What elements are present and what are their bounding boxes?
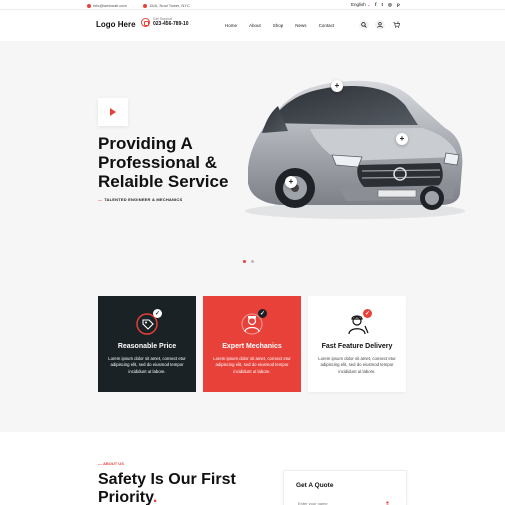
top-bar: info@webmail.com 15/A, Nost Tower, NYC E… bbox=[0, 0, 505, 10]
address-text: 15/A, Nost Tower, NYC bbox=[149, 3, 190, 8]
check-icon: ✓ bbox=[153, 309, 162, 318]
social-links: f t ◎ p bbox=[375, 2, 400, 8]
price-tag-icon: ✓ bbox=[134, 309, 162, 337]
facebook-icon[interactable]: f bbox=[375, 2, 377, 8]
section-label: ABOUT US bbox=[98, 461, 124, 466]
chevron-down-icon: ⌄ bbox=[367, 2, 371, 7]
feature-text: Lorem ipsum dolor sit amet, consect etur… bbox=[318, 356, 396, 374]
instagram-icon[interactable]: ◎ bbox=[388, 2, 392, 8]
account-button[interactable] bbox=[375, 20, 385, 30]
mechanic-icon: ✓ bbox=[239, 309, 267, 337]
location-pin-icon bbox=[143, 3, 147, 8]
about-title: Safety Is Our First Priority. bbox=[98, 471, 288, 505]
feature-title: Reasonable Price bbox=[117, 343, 177, 350]
nav-item-shop[interactable]: Shop bbox=[273, 23, 284, 28]
address-info: 15/A, Nost Tower, NYC bbox=[143, 3, 190, 8]
name-field[interactable] bbox=[296, 499, 396, 505]
slider-dot[interactable] bbox=[243, 260, 246, 263]
language-selector[interactable]: English ⌄ bbox=[351, 2, 371, 8]
email-text[interactable]: info@webmail.com bbox=[93, 3, 127, 8]
search-button[interactable] bbox=[359, 20, 369, 30]
about-title-text: Safety Is Our First Priority bbox=[98, 471, 236, 505]
support-phone[interactable]: 023-456-789-10 bbox=[153, 21, 189, 27]
car-hotspot-button[interactable]: + bbox=[285, 176, 297, 188]
feature-title: Fast Feature Delivery bbox=[321, 343, 393, 350]
hero-title-line: Providing A bbox=[98, 134, 193, 153]
play-icon bbox=[110, 108, 116, 116]
feature-card-fast-delivery[interactable]: ✓ Fast Feature Delivery Lorem ipsum dolo… bbox=[308, 296, 406, 392]
search-icon bbox=[361, 22, 367, 28]
nav-item-contact[interactable]: Contact bbox=[319, 23, 335, 28]
cart-count-badge: 0 bbox=[397, 21, 399, 25]
about-title-dot: . bbox=[152, 489, 158, 505]
email-info[interactable]: info@webmail.com bbox=[87, 3, 127, 8]
quote-title: Get A Quote bbox=[296, 482, 334, 489]
hero-title-line: Relaible Service bbox=[98, 172, 229, 191]
car-hotspot-button[interactable]: + bbox=[396, 133, 408, 145]
video-play-button[interactable] bbox=[98, 98, 128, 126]
pinterest-icon[interactable]: p bbox=[397, 2, 400, 8]
user-icon bbox=[386, 501, 389, 505]
support-contact[interactable]: Get Support 023-456-789-10 bbox=[141, 17, 189, 27]
nav-item-about[interactable]: About bbox=[249, 23, 261, 28]
nav-item-home[interactable]: Home bbox=[225, 23, 237, 28]
feature-text: Lorem ipsum dolor sit amet, consect etur… bbox=[213, 356, 291, 374]
logo[interactable]: Logo Here bbox=[96, 20, 136, 29]
feature-title: Expert Mechanics bbox=[222, 343, 282, 350]
hero-title: Providing A Professional & Relaible Serv… bbox=[98, 134, 248, 191]
main-nav: Home About Shop News Contact bbox=[225, 23, 334, 28]
quote-form: Get A Quote bbox=[283, 470, 407, 505]
delivery-worker-icon: ✓ bbox=[344, 309, 372, 337]
main-header: Logo Here Get Support 023-456-789-10 Hom… bbox=[0, 10, 505, 41]
feature-card-expert-mechanics[interactable]: ✓ Expert Mechanics Lorem ipsum dolor sit… bbox=[203, 296, 301, 392]
check-icon: ✓ bbox=[363, 309, 372, 318]
cart-button[interactable]: 0 bbox=[391, 20, 401, 30]
twitter-icon[interactable]: t bbox=[382, 2, 384, 8]
feature-card-reasonable-price[interactable]: ✓ Reasonable Price Lorem ipsum dolor sit… bbox=[98, 296, 196, 392]
language-label: English bbox=[351, 2, 366, 7]
header-actions: 0 bbox=[359, 20, 401, 30]
nav-item-news[interactable]: News bbox=[295, 23, 306, 28]
slider-dot[interactable] bbox=[251, 260, 254, 263]
hero-title-line: Professional & bbox=[98, 153, 218, 172]
car-hotspot-button[interactable]: + bbox=[331, 80, 343, 92]
check-icon: ✓ bbox=[258, 309, 267, 318]
hero-subtitle: TALENTED ENGINEER & MECHANICS bbox=[98, 197, 182, 202]
user-icon bbox=[377, 22, 383, 28]
mail-icon bbox=[87, 3, 91, 8]
feature-text: Lorem ipsum dolor sit amet, consect etur… bbox=[108, 356, 186, 374]
phone-icon bbox=[141, 17, 150, 27]
slider-pagination bbox=[243, 260, 254, 263]
car-image bbox=[245, 80, 465, 219]
